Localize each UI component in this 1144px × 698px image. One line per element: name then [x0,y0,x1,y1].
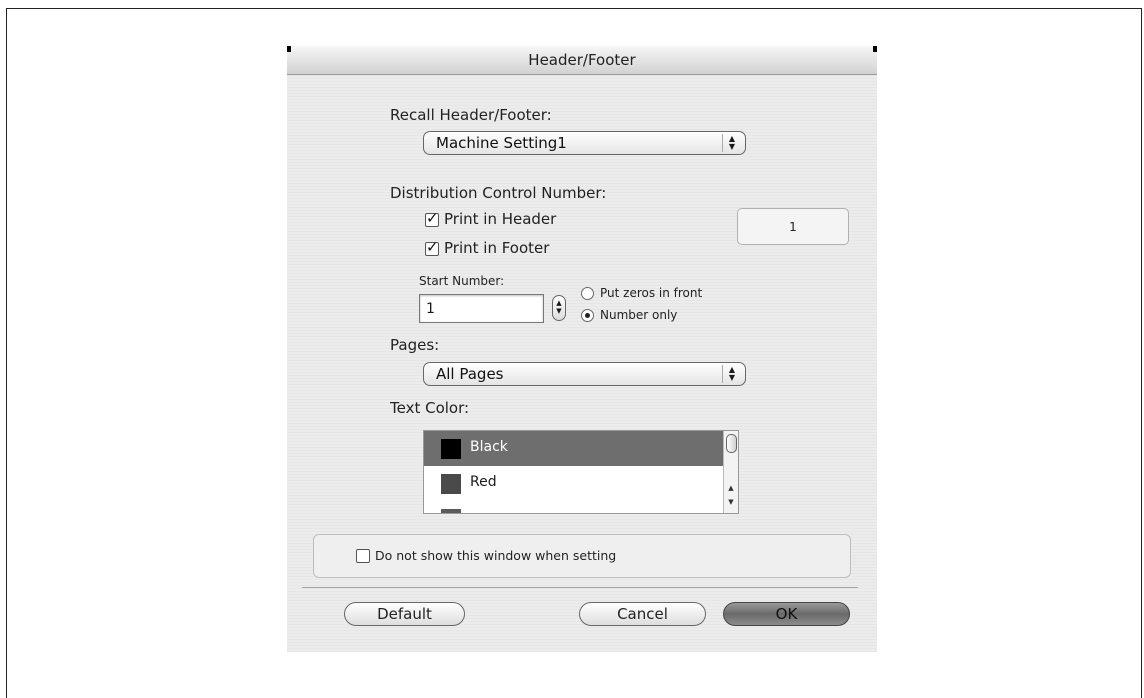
list-item[interactable] [424,501,723,513]
print-footer-checkbox[interactable]: ✓ [425,238,439,256]
color-swatch [441,439,461,459]
list-scrollbar[interactable]: ▲ ▼ [723,431,738,513]
dont-show-label: Do not show this window when setting [375,548,617,563]
default-button[interactable]: Default [344,602,465,626]
text-color-label: Text Color: [390,399,470,417]
recall-label: Recall Header/Footer: [390,106,552,124]
start-number-stepper[interactable]: ▲ ▼ [552,295,566,321]
corner-mark-right [873,46,877,52]
pages-popup[interactable]: All Pages ▲ ▼ [423,362,746,386]
scroll-down-arrow-icon[interactable]: ▼ [724,498,738,506]
print-header-label: Print in Header [444,210,557,228]
dialog-titlebar: Header/Footer [287,46,877,75]
radio-number-only-label: Number only [600,308,678,322]
radio-number-only[interactable] [581,309,594,322]
distribution-label: Distribution Control Number: [390,184,607,202]
list-item-label: Red [470,474,497,490]
pages-label: Pages: [390,336,440,354]
updown-arrows-icon: ▲ ▼ [722,365,741,383]
print-footer-label: Print in Footer [444,239,550,257]
header-footer-dialog: Header/Footer Recall Header/Footer: Mach… [287,46,877,652]
radio-put-zeros[interactable] [581,287,594,300]
updown-arrows-icon: ▲ ▼ [722,134,741,152]
scroll-thumb[interactable] [726,434,737,453]
separator [302,587,858,588]
start-number-label: Start Number: [419,274,505,288]
checkmark-icon: ✓ [426,209,439,227]
cancel-button[interactable]: Cancel [579,602,706,626]
recall-popup[interactable]: Machine Setting1 ▲ ▼ [423,131,746,155]
list-item-label: Black [470,439,508,455]
dialog-title: Header/Footer [528,51,636,69]
color-swatch [441,474,461,494]
text-color-list[interactable]: Black Red ▲ ▼ [423,430,739,514]
pages-popup-value: All Pages [436,365,504,383]
start-number-value: 1 [426,301,435,317]
corner-mark-left [287,46,291,52]
recall-popup-value: Machine Setting1 [436,134,567,152]
options-group: Do not show this window when setting [313,534,851,578]
radio-put-zeros-label: Put zeros in front [600,286,703,300]
list-item[interactable]: Black [424,431,723,466]
scroll-up-arrow-icon[interactable]: ▲ [724,484,738,492]
number-preview-value: 1 [789,220,797,234]
checkmark-icon: ✓ [426,238,439,256]
color-swatch [441,509,461,513]
ok-button[interactable]: OK [723,602,850,626]
print-header-checkbox[interactable]: ✓ [425,209,439,227]
number-preview: 1 [737,208,849,245]
start-number-field[interactable]: 1 [419,294,544,323]
list-item[interactable]: Red [424,466,723,501]
dont-show-checkbox[interactable] [356,549,370,563]
